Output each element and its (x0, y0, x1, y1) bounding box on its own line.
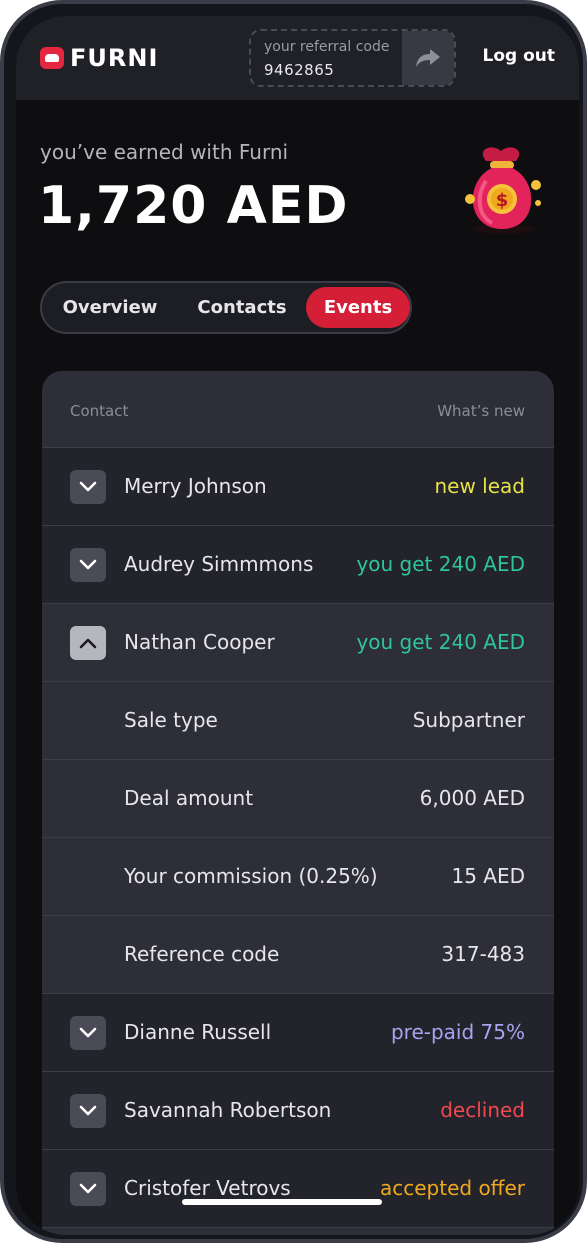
contact-row-audrey-simmmons[interactable]: Audrey Simmmons you get 240 AED (42, 526, 554, 604)
contact-row-merry-johnson[interactable]: Merry Johnson new lead (42, 448, 554, 526)
share-arrow-icon (416, 49, 440, 67)
app-screen: FURNI your referral code 9462865 Log out… (16, 16, 579, 1235)
top-bar: FURNI your referral code 9462865 Log out (16, 16, 579, 100)
chevron-down-icon (79, 1105, 97, 1116)
detail-row-reference-code: Reference code 317-483 (42, 916, 554, 994)
events-table: Contact What’s new Merry Johnson new lea… (42, 371, 554, 1235)
furni-logo-icon (40, 47, 64, 69)
expand-toggle[interactable] (70, 1172, 106, 1206)
view-tabs: Overview Contacts Events (40, 281, 412, 334)
event-status: you get 240 AED (356, 552, 525, 576)
svg-text:$: $ (496, 190, 509, 211)
detail-label: Reference code (124, 942, 280, 966)
logout-button[interactable]: Log out (482, 46, 555, 66)
detail-label: Deal amount (124, 786, 254, 810)
expand-toggle[interactable] (70, 470, 106, 504)
referral-code: 9462865 (264, 61, 335, 79)
detail-row-sale-type: Sale type Subpartner (42, 682, 554, 760)
chevron-down-icon (79, 1183, 97, 1194)
column-whats-new: What’s new (437, 402, 525, 420)
tab-overview[interactable]: Overview (50, 287, 170, 328)
event-status: pre-paid 75% (390, 1020, 525, 1044)
contact-name: Savannah Robertson (124, 1098, 332, 1122)
event-status: accepted offer (380, 1176, 525, 1200)
contact-name: Dianne Russell (124, 1020, 272, 1044)
table-header: Contact What’s new (42, 371, 554, 448)
earned-amount: 1,720 AED (38, 176, 349, 236)
contact-row-savannah-robertson[interactable]: Savannah Robertson declined (42, 1072, 554, 1150)
contact-name: Nathan Cooper (124, 630, 275, 654)
chevron-down-icon (79, 559, 97, 570)
detail-row-deal-amount: Deal amount 6,000 AED (42, 760, 554, 838)
detail-row-commission: Your commission (0.25%) 15 AED (42, 838, 554, 916)
tab-events[interactable]: Events (306, 287, 410, 328)
contact-row-nathan-cooper[interactable]: Nathan Cooper you get 240 AED (42, 604, 554, 682)
expand-toggle[interactable] (70, 1094, 106, 1128)
tab-contacts[interactable]: Contacts (180, 287, 304, 328)
chevron-down-icon (79, 481, 97, 492)
collapse-toggle[interactable] (70, 626, 106, 660)
expand-toggle[interactable] (70, 1016, 106, 1050)
contact-name: Merry Johnson (124, 474, 267, 498)
expand-toggle[interactable] (70, 548, 106, 582)
earned-label: you’ve earned with Furni (40, 140, 289, 164)
referral-code-box[interactable]: your referral code 9462865 (249, 29, 456, 87)
contact-row-dianne-russell[interactable]: Dianne Russell pre-paid 75% (42, 994, 554, 1072)
share-button[interactable] (402, 31, 454, 85)
detail-value: 15 AED (451, 864, 525, 888)
referral-label: your referral code (264, 39, 390, 55)
brand-logo[interactable]: FURNI (40, 44, 158, 72)
event-status: you get 240 AED (356, 630, 525, 654)
chevron-up-icon (79, 638, 97, 649)
column-contact: Contact (70, 402, 129, 420)
event-status: new lead (434, 474, 525, 498)
contact-name: Cristofer Vetrovs (124, 1176, 291, 1200)
event-status: declined (440, 1098, 525, 1122)
detail-value: 317-483 (441, 942, 525, 966)
chevron-down-icon (79, 1027, 97, 1038)
phone-frame: FURNI your referral code 9462865 Log out… (0, 0, 587, 1243)
contact-row-cristofer-vetrovs[interactable]: Cristofer Vetrovs accepted offer (42, 1150, 554, 1228)
detail-label: Your commission (0.25%) (124, 864, 378, 888)
home-indicator[interactable] (182, 1199, 382, 1205)
money-bag-icon: $ (465, 147, 541, 234)
detail-value: Subpartner (412, 708, 525, 732)
detail-value: 6,000 AED (419, 786, 525, 810)
brand-name: FURNI (70, 44, 159, 72)
detail-label: Sale type (124, 708, 218, 732)
phone-bezel: FURNI your referral code 9462865 Log out… (4, 4, 583, 1239)
contact-name: Audrey Simmmons (124, 552, 314, 576)
